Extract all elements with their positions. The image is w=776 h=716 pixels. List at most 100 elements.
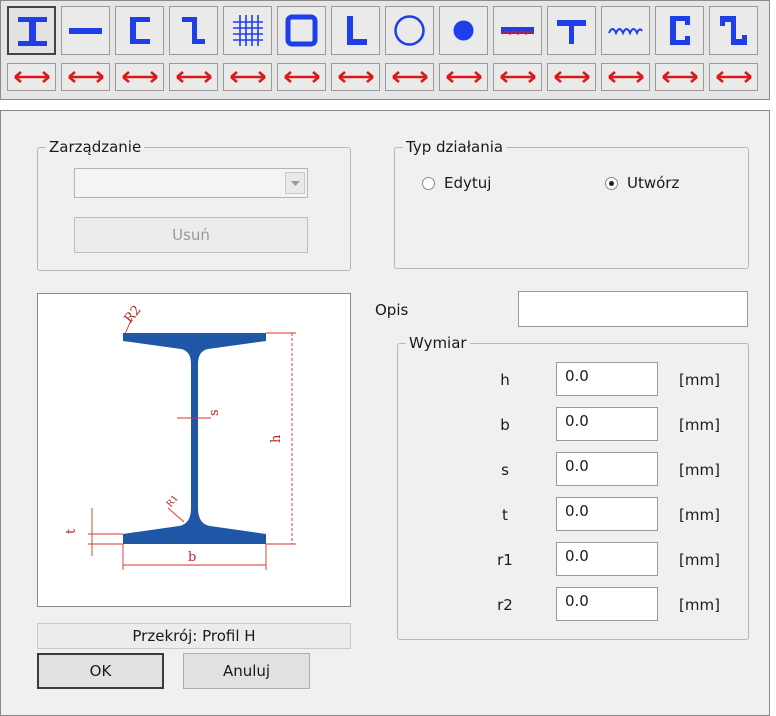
h-label: h [269,434,284,443]
lipped-channel-icon [670,16,690,45]
dim-h-input[interactable]: 0.0 [556,362,658,396]
angle-section-icon [347,16,367,45]
width-button-13[interactable] [655,63,704,91]
dim-t-unit: [mm] [679,506,720,524]
dim-h-label: h [500,371,510,389]
width-button-6[interactable] [277,63,326,91]
width-button-5[interactable] [223,63,272,91]
dim-t-input[interactable]: 0.0 [556,497,658,531]
dim-r1-label: r1 [497,551,513,569]
lipped-channel-button[interactable] [655,6,704,55]
chevron-down-icon [291,181,300,186]
dim-b-input[interactable]: 0.0 [556,407,658,441]
plate-button[interactable] [493,6,542,55]
width-button-4[interactable] [169,63,218,91]
corrugated-sheet-button[interactable] [601,6,650,55]
width-arrow-icon [392,71,428,83]
r1-label: R1 [165,494,181,510]
edit-radio-indicator [422,176,435,190]
section-caption: Przekrój: Profil H [37,623,351,649]
width-arrow-icon [176,71,212,83]
description-input[interactable] [518,291,748,327]
profile-combo[interactable] [74,168,308,198]
edit-radio[interactable]: Edytuj [422,174,491,192]
t-section-button[interactable] [547,6,596,55]
delete-button[interactable]: Usuń [74,217,308,253]
dim-r2-label: r2 [497,596,513,614]
dim-t-label: t [502,506,508,524]
round-tube-icon [394,15,425,46]
round-bar-icon [453,20,474,41]
action-type-title: Typ działania [403,137,507,157]
lipped-z-section-icon [720,16,747,45]
r2-label: R2 [122,303,145,326]
width-button-10[interactable] [493,63,542,91]
round-tube-button[interactable] [385,6,434,55]
dim-b-label: b [500,416,510,434]
b-label: b [188,550,196,565]
dim-s-label: s [501,461,509,479]
management-group: Zarządzanie Usuń [37,137,351,271]
corrugated-sheet-icon [608,28,643,36]
i-beam-section [123,333,266,544]
flat-bar-icon [69,28,102,34]
width-button-7[interactable] [331,63,380,91]
width-button-9[interactable] [439,63,488,91]
flat-bar-button[interactable] [61,6,110,55]
dimensions-title: Wymiar [406,333,470,353]
width-arrow-icon [500,71,536,83]
description-label: Opis [375,301,409,319]
dim-s-input[interactable]: 0.0 [556,452,658,486]
grating-button[interactable] [223,6,272,55]
create-radio-label: Utwórz [627,174,680,192]
dim-r2-unit: [mm] [679,596,720,614]
i-beam-drawing: R2 s h R1 t b [64,303,296,570]
width-button-14[interactable] [709,63,758,91]
dimensions-group: Wymiar h 0.0 [mm] b 0.0 [mm] s 0.0 [mm] … [397,333,749,640]
ok-button[interactable]: OK [37,653,164,689]
dim-r1-input[interactable]: 0.0 [556,542,658,576]
t-section-icon [557,20,586,44]
edit-radio-label: Edytuj [444,174,492,192]
c-channel-button[interactable] [115,6,164,55]
t-label: t [64,528,79,534]
plate-icon [501,27,534,35]
width-arrow-icon [662,71,698,83]
create-radio[interactable]: Utwórz [605,174,679,192]
width-arrow-icon [284,71,320,83]
width-arrow-icon [230,71,266,83]
profile-dialog: Zarządzanie Usuń Typ działania Edytuj Ut… [0,110,770,716]
combo-dropdown-button[interactable] [285,172,305,194]
width-button-12[interactable] [601,63,650,91]
section-preview: R2 s h R1 t b [37,293,351,607]
lipped-z-section-button[interactable] [709,6,758,55]
i-beam-icon [18,17,47,46]
dim-r2-input[interactable]: 0.0 [556,587,658,621]
i-beam-button[interactable] [7,6,56,55]
angle-section-button[interactable] [331,6,380,55]
rectangular-tube-button[interactable] [277,6,326,55]
width-arrow-icon [446,71,482,83]
action-type-group: Typ działania Edytuj Utwórz [394,137,749,269]
width-arrow-icon [122,71,158,83]
width-arrow-icon [338,71,374,83]
width-button-2[interactable] [61,63,110,91]
dim-r1-unit: [mm] [679,551,720,569]
width-arrow-icon [68,71,104,83]
width-button-11[interactable] [547,63,596,91]
cancel-button[interactable]: Anuluj [183,653,310,689]
width-arrow-icon [716,71,752,83]
width-button-8[interactable] [385,63,434,91]
width-arrow-icon [14,71,50,83]
width-button-3[interactable] [115,63,164,91]
z-section-icon [182,17,205,44]
grating-icon [233,15,263,46]
profile-toolbar [0,0,770,100]
width-button-1[interactable] [7,63,56,91]
c-channel-icon [130,17,150,44]
rectangular-tube-icon [285,14,318,47]
management-title: Zarządzanie [46,137,145,157]
z-section-button[interactable] [169,6,218,55]
width-arrow-icon [554,71,590,83]
round-bar-button[interactable] [439,6,488,55]
